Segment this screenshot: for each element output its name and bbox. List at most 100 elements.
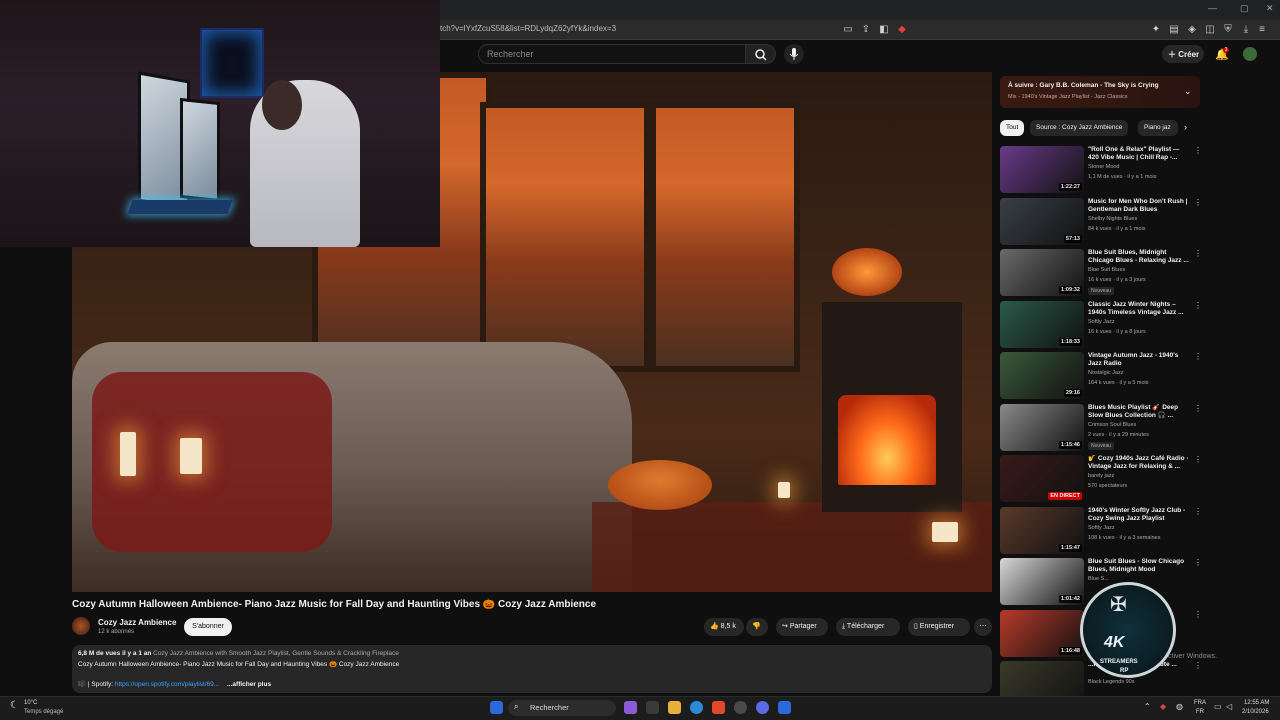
recommendation-item[interactable]: 1:18:33 Classic Jazz Winter Nights – 1940… bbox=[1000, 300, 1202, 349]
share-button[interactable]: ↪ Partager bbox=[776, 618, 828, 636]
weather-desc[interactable]: Temps dégagé bbox=[24, 709, 63, 715]
channel-name[interactable]: Cozy Jazz Ambience bbox=[98, 618, 176, 627]
wallet-icon[interactable]: ◈ bbox=[1186, 24, 1198, 36]
volume-icon[interactable]: ◁ bbox=[1226, 702, 1232, 711]
dislike-button[interactable]: 👎 bbox=[746, 618, 768, 636]
language-indicator[interactable]: FRA bbox=[1194, 700, 1206, 706]
download-icon[interactable]: ⤓ bbox=[1240, 24, 1252, 36]
clock-date[interactable]: 2/10/2026 bbox=[1242, 709, 1269, 715]
tray-network-icon[interactable]: ◍ bbox=[1176, 702, 1183, 711]
avatar[interactable] bbox=[1243, 47, 1257, 61]
recommendation-title[interactable]: Blue Suit Blues, Midnight Chicago Blues … bbox=[1088, 249, 1192, 265]
recommendation-title[interactable]: Vintage Autumn Jazz - 1940's Jazz Radio bbox=[1088, 352, 1192, 368]
recommendation-title[interactable]: "Roll One & Relax" Playlist — 420 Vibe M… bbox=[1088, 146, 1192, 162]
download-button[interactable]: ⤓ Télécharger bbox=[836, 618, 900, 636]
recommendation-title[interactable]: Classic Jazz Winter Nights – 1940s Timel… bbox=[1088, 301, 1192, 317]
url-text[interactable]: tch?v=lYxfZcuS58&list=RDLydqZ62yfYk&inde… bbox=[440, 24, 616, 33]
task-view-icon[interactable] bbox=[646, 701, 659, 714]
recommendation-channel[interactable]: Black Legends 90s bbox=[1088, 679, 1134, 685]
recommendation-channel[interactable]: Blue S... bbox=[1088, 576, 1109, 582]
extension-icon[interactable]: ◧ bbox=[878, 24, 890, 36]
up-next-title[interactable]: À suivre : Gary B.B. Coleman - The Sky i… bbox=[1008, 82, 1159, 89]
recommendation-item[interactable]: 57:13 Music for Men Who Don't Rush | Gent… bbox=[1000, 197, 1202, 246]
tray-app-icon[interactable]: ◆ bbox=[1160, 702, 1166, 711]
recommendation-item[interactable]: 1:09:32 Blue Suit Blues, Midnight Chicago… bbox=[1000, 249, 1202, 297]
weather-temp[interactable]: 10°C bbox=[24, 700, 37, 706]
chip-source[interactable]: Source : Cozy Jazz Ambience bbox=[1030, 120, 1129, 136]
recommendation-item[interactable]: EN DIRECT 🎷 Cozy 1940s Jazz Café Radio · … bbox=[1000, 455, 1202, 503]
kebab-menu-icon[interactable]: ⋮ bbox=[1194, 146, 1202, 155]
like-button[interactable]: 👍 8,5 k bbox=[704, 618, 744, 636]
save-button[interactable]: ▯ Enregistrer bbox=[908, 618, 970, 636]
recommendation-channel[interactable]: Crimson Soul Blues bbox=[1088, 422, 1136, 428]
recommendation-title[interactable]: 🎷 Cozy 1940s Jazz Café Radio · Vintage J… bbox=[1088, 455, 1192, 471]
chevron-right-icon[interactable]: › bbox=[1184, 122, 1187, 132]
voice-search-button[interactable] bbox=[784, 44, 804, 64]
edge-icon[interactable] bbox=[690, 701, 703, 714]
kebab-menu-icon[interactable]: ⋮ bbox=[1194, 301, 1202, 310]
wifi-icon[interactable]: ▭ bbox=[1214, 702, 1222, 711]
video-thumbnail[interactable]: 1:18:33 bbox=[1000, 300, 1084, 348]
kebab-menu-icon[interactable]: ⋮ bbox=[1194, 404, 1202, 413]
recommendation-item[interactable]: 29:16 Vintage Autumn Jazz - 1940's Jazz R… bbox=[1000, 352, 1202, 400]
discord-icon[interactable] bbox=[756, 701, 769, 714]
taskbar-search[interactable]: Rechercher bbox=[508, 700, 616, 716]
kebab-menu-icon[interactable]: ⋮ bbox=[1194, 610, 1202, 619]
kebab-menu-icon[interactable]: ⋮ bbox=[1194, 352, 1202, 361]
recommendation-channel[interactable]: Softly Jazz bbox=[1088, 319, 1115, 325]
minimize-icon[interactable]: — bbox=[1208, 3, 1217, 13]
sidebar-icon[interactable]: ▤ bbox=[1168, 24, 1180, 36]
brave-shield-icon[interactable]: ◆ bbox=[896, 24, 908, 36]
brave-icon[interactable] bbox=[712, 701, 725, 714]
kebab-menu-icon[interactable]: ⋮ bbox=[1194, 455, 1202, 464]
recommendation-channel[interactable]: Softly Jazz bbox=[1088, 525, 1115, 531]
video-thumbnail[interactable]: 29:16 bbox=[1000, 352, 1084, 399]
up-next-panel[interactable] bbox=[1000, 76, 1200, 108]
chevron-up-icon[interactable]: ⌃ bbox=[1144, 702, 1151, 711]
search-input[interactable]: Rechercher bbox=[478, 44, 746, 64]
recommendation-channel[interactable]: Shelby Nights Blues bbox=[1088, 216, 1137, 222]
vpn-icon[interactable]: ⛨ bbox=[1222, 24, 1234, 36]
video-thumbnail[interactable]: 1:01:42 bbox=[1000, 558, 1084, 605]
recommendation-title[interactable]: Blues Music Playlist 🎸 Deep Slow Blues C… bbox=[1088, 404, 1192, 420]
video-thumbnail[interactable]: 1:09:32 bbox=[1000, 249, 1084, 296]
chevron-down-icon[interactable]: ⌄ bbox=[1184, 86, 1192, 97]
file-explorer-icon[interactable] bbox=[668, 701, 681, 714]
kebab-menu-icon[interactable]: ⋮ bbox=[1194, 661, 1202, 670]
spotify-link[interactable]: https://open.spotify.com/playlist/69... bbox=[115, 681, 219, 688]
close-icon[interactable]: ✕ bbox=[1266, 3, 1274, 14]
share-icon[interactable]: ⇪ bbox=[860, 24, 872, 36]
vscode-icon[interactable] bbox=[778, 701, 791, 714]
video-thumbnail[interactable]: 1:22:27 bbox=[1000, 146, 1084, 193]
keyboard-layout[interactable]: FR bbox=[1196, 709, 1204, 715]
channel-avatar[interactable] bbox=[72, 617, 90, 635]
description-tags[interactable]: Cozy Jazz Ambience with Smooth Jazz Play… bbox=[153, 650, 399, 657]
more-actions-button[interactable]: ⋯ bbox=[974, 618, 992, 636]
recommendation-title[interactable]: Music for Men Who Don't Rush | Gentleman… bbox=[1088, 198, 1192, 214]
show-more-link[interactable]: ...afficher plus bbox=[227, 681, 271, 688]
weather-icon[interactable]: ☾ bbox=[10, 700, 19, 711]
maximize-icon[interactable]: ▢ bbox=[1240, 3, 1249, 14]
recommendation-channel[interactable]: barely jazz bbox=[1088, 473, 1114, 479]
kebab-menu-icon[interactable]: ⋮ bbox=[1194, 558, 1202, 567]
recommendation-channel[interactable]: Blue Suit Blues bbox=[1088, 267, 1125, 273]
extensions-icon[interactable]: ✦ bbox=[1150, 24, 1162, 36]
copilot-icon[interactable] bbox=[624, 701, 637, 714]
kebab-menu-icon[interactable]: ⋮ bbox=[1194, 249, 1202, 258]
recommendation-item[interactable]: 1:22:27 "Roll One & Relax" Playlist — 420… bbox=[1000, 146, 1202, 194]
recommendation-item[interactable]: 1:15:47 1940's Winter Softly Jazz Club - … bbox=[1000, 506, 1202, 555]
recommendation-title[interactable]: 1940's Winter Softly Jazz Club - Cozy Sw… bbox=[1088, 507, 1192, 523]
install-icon[interactable]: ▭ bbox=[842, 24, 854, 36]
github-icon[interactable] bbox=[734, 701, 747, 714]
chip-piano-jazz[interactable]: Piano jaz bbox=[1138, 120, 1178, 136]
video-thumbnail[interactable]: EN DIRECT bbox=[1000, 455, 1084, 502]
split-view-icon[interactable]: ◫ bbox=[1204, 24, 1216, 36]
kebab-menu-icon[interactable]: ⋮ bbox=[1194, 198, 1202, 207]
video-thumbnail[interactable]: 1:15:47 bbox=[1000, 506, 1084, 554]
chip-all[interactable]: Tout bbox=[1000, 120, 1025, 136]
windows-start-icon[interactable] bbox=[490, 701, 503, 714]
recommendation-channel[interactable]: Nostalgic Jazz bbox=[1088, 370, 1123, 376]
kebab-menu-icon[interactable]: ⋮ bbox=[1194, 507, 1202, 516]
recommendation-title[interactable]: Blue Suit Blues - Slow Chicago Blues, Mi… bbox=[1088, 558, 1192, 574]
menu-icon[interactable]: ≡ bbox=[1256, 24, 1268, 36]
